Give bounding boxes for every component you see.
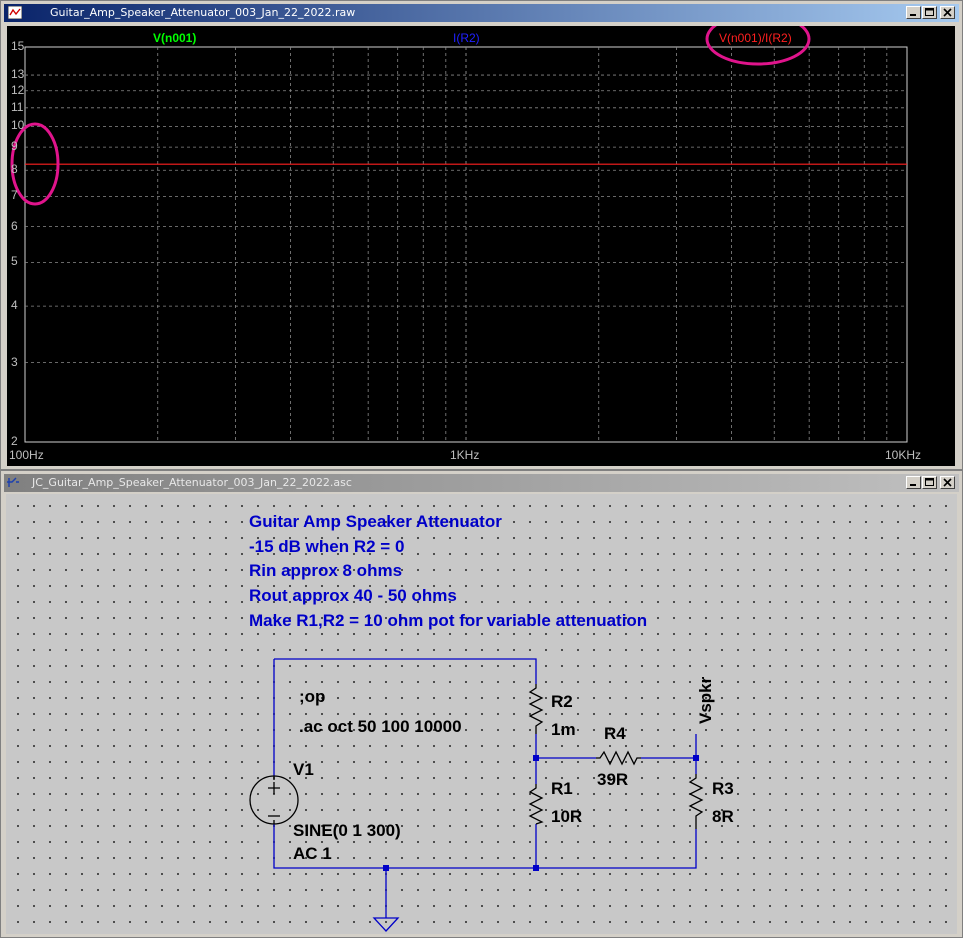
- waveform-title-bar[interactable]: Guitar_Amp_Speaker_Attenuator_003_Jan_22…: [4, 4, 959, 22]
- x-tick-label: 10KHz: [885, 448, 922, 462]
- r1-name[interactable]: R1: [551, 779, 573, 799]
- junction-dot: [383, 865, 389, 871]
- highlight-ellipse-trace-label: [705, 26, 811, 66]
- plot-frame: [24, 46, 908, 443]
- schematic-icon: [7, 477, 19, 487]
- resistor-r2[interactable]: [528, 684, 544, 734]
- y-tick-label: 7: [11, 188, 18, 203]
- y-tick-label: 12: [11, 82, 25, 97]
- minimize-button[interactable]: [906, 476, 921, 489]
- wire-top[interactable]: [274, 658, 537, 684]
- r4-value[interactable]: 39R: [597, 770, 628, 790]
- directive-op[interactable]: ;op: [299, 687, 325, 707]
- v1-value-ac[interactable]: AC 1: [293, 844, 332, 864]
- maximize-button[interactable]: [922, 6, 937, 19]
- directive-ac[interactable]: .ac oct 50 100 10000: [299, 717, 462, 737]
- x-tick-label: 1KHz: [450, 448, 480, 462]
- close-button[interactable]: [940, 6, 955, 19]
- schematic-title-bar[interactable]: JC_Guitar_Amp_Speaker_Attenuator_003_Jan…: [4, 474, 959, 492]
- resistor-r1[interactable]: [528, 784, 544, 825]
- r4-name[interactable]: R4: [604, 724, 626, 744]
- plot-pane[interactable]: V(n001) I(R2) V(n001)/I(R2) 15 13 12 11 10 9 8…: [7, 26, 955, 466]
- y-tick-label: 6: [11, 218, 18, 233]
- junction-dot: [533, 865, 539, 871]
- y-tick-label: 9: [11, 139, 18, 154]
- junction-dot: [533, 755, 539, 761]
- r1-value[interactable]: 10R: [551, 807, 582, 827]
- y-tick-label: 4: [11, 298, 18, 313]
- junction-dot: [693, 755, 699, 761]
- resistor-r4[interactable]: [596, 750, 641, 766]
- close-button[interactable]: [940, 476, 955, 489]
- plot-area: [10, 26, 908, 443]
- schematic-drawing: [249, 658, 704, 932]
- plus-icon: [268, 782, 280, 794]
- y-tick-label: 3: [11, 354, 18, 369]
- x-tick-label: 100Hz: [9, 448, 44, 462]
- y-tick-label: 11: [11, 99, 24, 114]
- net-label-vspkr[interactable]: Vspkr: [696, 677, 716, 724]
- v1-name[interactable]: V1: [293, 760, 314, 780]
- maximize-button[interactable]: [922, 476, 937, 489]
- y-tick-label: 10: [11, 118, 25, 133]
- schematic-window-title: JC_Guitar_Amp_Speaker_Attenuator_003_Jan…: [32, 476, 352, 489]
- minimize-button[interactable]: [906, 6, 921, 19]
- waveform-window-title: Guitar_Amp_Speaker_Attenuator_003_Jan_22…: [50, 6, 356, 19]
- y-tick-label: 13: [11, 67, 25, 82]
- v1-value-sine[interactable]: SINE(0 1 300): [293, 821, 401, 841]
- ground-icon[interactable]: [372, 917, 400, 932]
- y-tick-label: 5: [11, 254, 18, 269]
- r3-name[interactable]: R3: [712, 779, 734, 799]
- waveform-window: Guitar_Amp_Speaker_Attenuator_003_Jan_22…: [0, 0, 963, 470]
- waveform-icon: [8, 6, 22, 19]
- schematic-canvas[interactable]: Guitar Amp Speaker Attenuator -15 dB whe…: [6, 494, 957, 934]
- resistor-r3[interactable]: [688, 774, 704, 829]
- r3-value[interactable]: 8R: [712, 807, 734, 827]
- y-tick-label: 2: [11, 434, 18, 448]
- y-tick-label: 8: [11, 162, 18, 177]
- r2-value[interactable]: 1m: [551, 720, 576, 740]
- r2-name[interactable]: R2: [551, 692, 573, 712]
- voltage-source-v1[interactable]: [249, 775, 299, 825]
- y-tick-label: 15: [11, 39, 25, 53]
